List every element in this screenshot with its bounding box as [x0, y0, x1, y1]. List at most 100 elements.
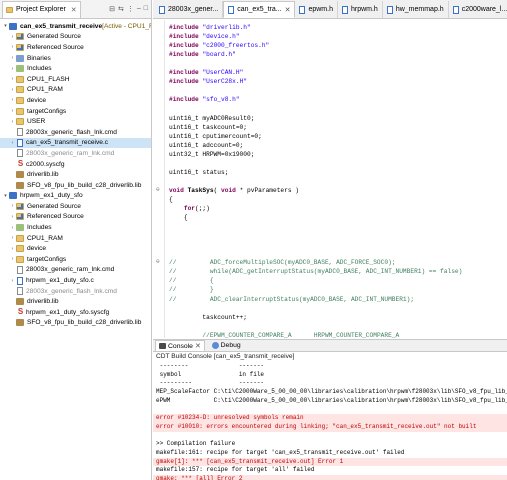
- tree-item[interactable]: › targetConfigs: [0, 254, 151, 265]
- code-line: uint16_t adccount=0;: [169, 141, 244, 149]
- close-icon[interactable]: ✕: [71, 6, 77, 14]
- expand-toggle-icon[interactable]: ›: [9, 119, 16, 125]
- file-icon: [386, 5, 393, 14]
- source-folder-icon: [16, 213, 24, 221]
- expand-toggle-icon[interactable]: ›: [9, 55, 16, 61]
- tree-item[interactable]: ▾ hrpwm_ex1_duty_sfo: [0, 191, 151, 202]
- maximize-icon[interactable]: □: [144, 5, 148, 13]
- code-editor[interactable]: ⊖ ⊖ #include "driverlib.h" #include "devic…: [153, 20, 507, 338]
- code-line: #include "UserCAN.H": [169, 69, 244, 77]
- tree-item[interactable]: 28003x_generic_ram_lnk.cmd: [0, 265, 151, 276]
- folder-icon: [16, 245, 24, 253]
- console-line: gmake: *** [all] Error 2: [153, 474, 507, 480]
- expand-toggle-icon[interactable]: ›: [9, 87, 16, 93]
- tree-item[interactable]: › Referenced Source: [0, 212, 151, 223]
- close-icon[interactable]: ✕: [195, 342, 201, 350]
- tree-item[interactable]: › can_ex5_transmit_receive.c: [0, 137, 151, 149]
- tree-item[interactable]: SFO_v8_fpu_lib_build_c28_driverlib.lib: [0, 180, 151, 191]
- expand-toggle-icon[interactable]: ›: [9, 225, 16, 231]
- tree-item[interactable]: › Generated Source: [0, 32, 151, 43]
- tree-item[interactable]: › Includes: [0, 63, 151, 74]
- collapse-all-icon[interactable]: ⊟: [109, 5, 115, 13]
- expand-toggle-icon[interactable]: ›: [9, 278, 16, 284]
- expand-toggle-icon[interactable]: ›: [9, 140, 16, 146]
- console-output[interactable]: -------- ------- symbol in file --------…: [153, 362, 507, 480]
- editor-tab[interactable]: hw_memmap.h: [383, 1, 449, 18]
- expand-toggle-icon[interactable]: ›: [9, 66, 16, 72]
- code-line: uint16_t myADC0Result0;: [169, 114, 255, 122]
- editor-tab[interactable]: can_ex5_tra... ✕: [223, 1, 296, 18]
- tree-item[interactable]: 28003x_generic_ram_lnk.cmd: [0, 148, 151, 159]
- tree-item[interactable]: › CPU1_RAM: [0, 233, 151, 244]
- tree-item[interactable]: ▾ can_ex5_transmit_receive [Active - CPU1…: [0, 21, 151, 32]
- code-line: //EPWM_COUNTER_COMPARE_A HRPWM_COUNTER_C…: [202, 331, 400, 338]
- tree-item[interactable]: › USER: [0, 116, 151, 127]
- tree-item-label: 28003x_generic_ram_lnk.cmd: [26, 149, 115, 157]
- fold-marker-icon[interactable]: ⊖: [156, 186, 160, 193]
- minimize-icon[interactable]: –: [137, 5, 141, 13]
- console-tab-console[interactable]: Console ✕: [155, 340, 205, 351]
- editor-tab[interactable]: hrpwm.h: [338, 1, 383, 18]
- code-line: #include "board.h": [169, 51, 236, 59]
- tree-item-label: 28003x_generic_flash_lnk.cmd: [26, 128, 117, 136]
- tree-item[interactable]: 28003x_generic_flash_lnk.cmd: [0, 286, 151, 297]
- tree-item[interactable]: › device: [0, 243, 151, 254]
- tree-item[interactable]: › device: [0, 95, 151, 106]
- editor-tab-label: can_ex5_tra...: [237, 6, 282, 13]
- code-line: #include "driverlib.h": [169, 24, 251, 31]
- expand-toggle-icon[interactable]: ›: [9, 246, 16, 252]
- editor-tab[interactable]: c2000ware_l...: [449, 1, 507, 18]
- tree-item[interactable]: › Binaries: [0, 53, 151, 64]
- view-menu-icon[interactable]: ⋮: [127, 5, 134, 13]
- editor-tab-label: epwm.h: [308, 6, 333, 13]
- tree-item[interactable]: Shrpwm_ex1_duty_sfo.syscfg: [0, 307, 151, 318]
- expand-toggle-icon[interactable]: ›: [9, 203, 16, 209]
- editor-tab[interactable]: 28003x_gener...: [155, 1, 224, 18]
- tree-item[interactable]: › Includes: [0, 222, 151, 233]
- tree-item[interactable]: › CPU1_FLASH: [0, 74, 151, 85]
- expand-toggle-icon[interactable]: ›: [9, 97, 16, 103]
- link-editor-icon[interactable]: ⇆: [118, 5, 124, 13]
- project-explorer-toolbar: ⊟ ⇆ ⋮ – □: [109, 5, 151, 13]
- project-explorer-tab[interactable]: Project Explorer ✕: [2, 0, 81, 18]
- tree-item-label: 28003x_generic_ram_lnk.cmd: [26, 266, 115, 274]
- tree-item[interactable]: 28003x_generic_flash_lnk.cmd: [0, 127, 151, 138]
- fold-marker-icon[interactable]: ⊖: [156, 258, 160, 265]
- code-line: // }: [169, 286, 214, 294]
- expand-toggle-icon[interactable]: ›: [9, 214, 16, 220]
- code-line: void TaskSys( void * pvParameters ): [169, 186, 299, 194]
- tree-item-label: Referenced Source: [27, 43, 84, 51]
- tree-item-label: hrpwm_ex1_duty_sfo.c: [26, 277, 94, 285]
- tree-item[interactable]: driverlib.lib: [0, 296, 151, 307]
- expand-toggle-icon[interactable]: ›: [9, 44, 16, 50]
- tree-item[interactable]: › targetConfigs: [0, 106, 151, 117]
- tree-item[interactable]: › hrpwm_ex1_duty_sfo.c: [0, 275, 151, 286]
- code-line: #include "c2000_freertos.h": [169, 42, 270, 50]
- folder-icon: [16, 255, 24, 263]
- close-icon[interactable]: ✕: [285, 6, 291, 14]
- console-tab-debug[interactable]: Debug: [209, 340, 244, 351]
- expand-toggle-icon[interactable]: ›: [9, 76, 16, 82]
- expand-toggle-icon[interactable]: ›: [9, 235, 16, 241]
- tree-item[interactable]: driverlib.lib: [0, 169, 151, 180]
- editor-area: 28003x_gener... can_ex5_tra... ✕ epwm.h hrpw…: [153, 0, 507, 338]
- tree-item[interactable]: › CPU1_RAM: [0, 85, 151, 96]
- code-line: // while(ADC_getInterruptStatus(myADC0_B…: [169, 268, 463, 276]
- tree-item[interactable]: SFO_v8_fpu_lib_build_c28_driverlib.lib: [0, 318, 151, 329]
- code-line: #include "sfo_v8.h": [169, 96, 240, 104]
- folder-icon: [16, 118, 24, 126]
- expand-toggle-icon[interactable]: ▾: [2, 23, 9, 29]
- tree-item[interactable]: › Generated Source: [0, 201, 151, 212]
- includes-icon: [16, 65, 24, 73]
- tree-item[interactable]: › Referenced Source: [0, 42, 151, 53]
- expand-toggle-icon[interactable]: ›: [9, 34, 16, 40]
- editor-tab[interactable]: epwm.h: [295, 1, 338, 18]
- expand-toggle-icon[interactable]: ▾: [2, 193, 9, 199]
- tree-item[interactable]: Sc2000.syscfg: [0, 159, 151, 170]
- expand-toggle-icon[interactable]: ›: [9, 108, 16, 114]
- code-line: for(;;): [183, 205, 210, 212]
- expand-toggle-icon[interactable]: ›: [9, 256, 16, 262]
- tree-item-label: SFO_v8_fpu_lib_build_c28_driverlib.lib: [27, 181, 142, 189]
- tree-item-label: targetConfigs: [27, 255, 67, 263]
